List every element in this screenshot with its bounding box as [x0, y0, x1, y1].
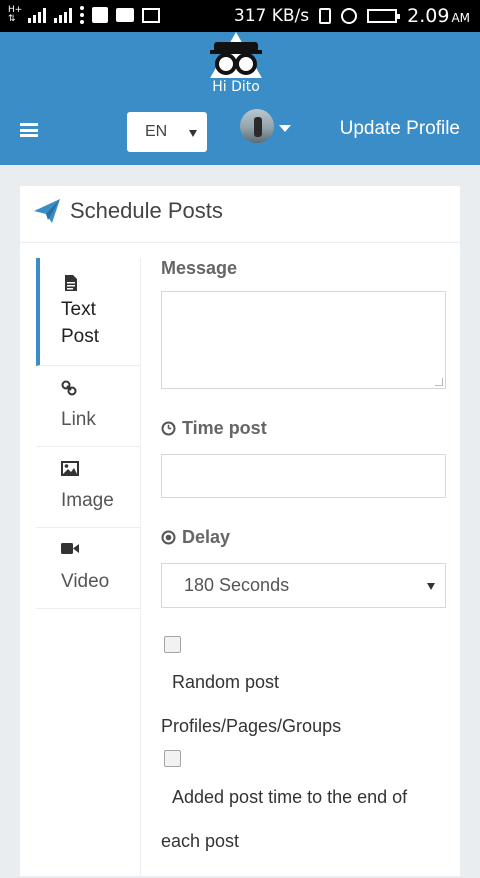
more-vert-icon [80, 6, 84, 24]
message-icon [116, 8, 134, 22]
random-post-label: Random post [172, 672, 280, 692]
random-post-label-2: Profiles/Pages/Groups [161, 716, 342, 736]
radio-dot-icon [161, 530, 176, 545]
card-title: Schedule Posts [70, 198, 223, 223]
network-speed: 317 KB/s [233, 6, 310, 26]
paper-plane-icon [34, 199, 60, 223]
tab-label: Image [61, 490, 114, 511]
logo-text: Hi Dito [212, 79, 260, 95]
battery-charging-icon [367, 9, 401, 23]
alarm-icon [341, 8, 358, 24]
square-icon [92, 7, 108, 23]
delay-value: 180 Seconds [184, 575, 290, 595]
caret-down-icon [427, 583, 435, 590]
hamburger-menu-icon[interactable] [20, 123, 38, 137]
caret-down-icon [189, 130, 197, 137]
time-post-input[interactable] [161, 454, 446, 498]
tab-image[interactable]: Image [36, 447, 140, 528]
delay-label-row: Delay [161, 527, 230, 548]
h-plus-icon: H+ ⇅ [8, 5, 23, 24]
vibrate-icon [319, 8, 332, 24]
avatar[interactable] [240, 109, 274, 143]
clock-time: 2.09 [407, 5, 450, 27]
tab-label-line: Text [61, 299, 96, 320]
file-text-icon [65, 275, 77, 291]
image-icon [142, 7, 160, 23]
tab-label: Text Post [61, 296, 99, 350]
language-value: EN [145, 123, 168, 140]
added-post-time-checkbox[interactable] [164, 750, 181, 767]
tab-video[interactable]: Video [36, 528, 140, 609]
status-right: 317 KB/s 2.09 AM [234, 5, 470, 27]
avatar-photo [254, 117, 262, 137]
delay-label: Delay [182, 527, 231, 547]
signal-icon [54, 7, 72, 23]
card-header: Schedule Posts [20, 186, 460, 243]
tab-text-post[interactable]: Text Post [36, 258, 140, 366]
signal-icon [28, 7, 46, 23]
post-type-tabs: Text Post Link Image Video [36, 258, 140, 609]
added-post-time-label: Added post time to the end of [172, 787, 408, 807]
resize-handle-icon[interactable] [435, 378, 443, 386]
status-left: H+ ⇅ [8, 6, 160, 24]
status-bar: H+ ⇅ 317 KB/s 2.09 AM [0, 0, 480, 32]
schedule-posts-card: Schedule Posts Text Post Link Image Vide… [20, 186, 460, 878]
language-select[interactable]: EN [127, 112, 207, 152]
added-post-time-label-2: each post [161, 831, 240, 851]
tabs-divider [140, 258, 141, 878]
tab-label: Link [61, 409, 96, 430]
link-icon [61, 380, 77, 396]
image-icon [61, 461, 79, 476]
clock-icon [161, 421, 176, 436]
random-post-checkbox[interactable] [164, 636, 181, 653]
tab-link[interactable]: Link [36, 366, 140, 447]
app-header: Hi Dito EN Update Profile [0, 32, 480, 165]
tab-label-line: Post [61, 326, 100, 347]
time-post-label: Time post [182, 418, 267, 438]
delay-select[interactable]: 180 Seconds [161, 563, 446, 608]
update-profile-link[interactable]: Update Profile [340, 118, 460, 140]
message-label: Message [161, 258, 238, 278]
video-camera-icon [61, 543, 79, 554]
caret-down-icon[interactable] [279, 125, 291, 132]
message-textarea[interactable] [161, 291, 446, 389]
time-post-label-row: Time post [161, 418, 267, 439]
tab-label: Video [61, 571, 110, 592]
app-logo[interactable]: Hi Dito [196, 32, 276, 98]
clock-ampm: AM [451, 11, 470, 25]
